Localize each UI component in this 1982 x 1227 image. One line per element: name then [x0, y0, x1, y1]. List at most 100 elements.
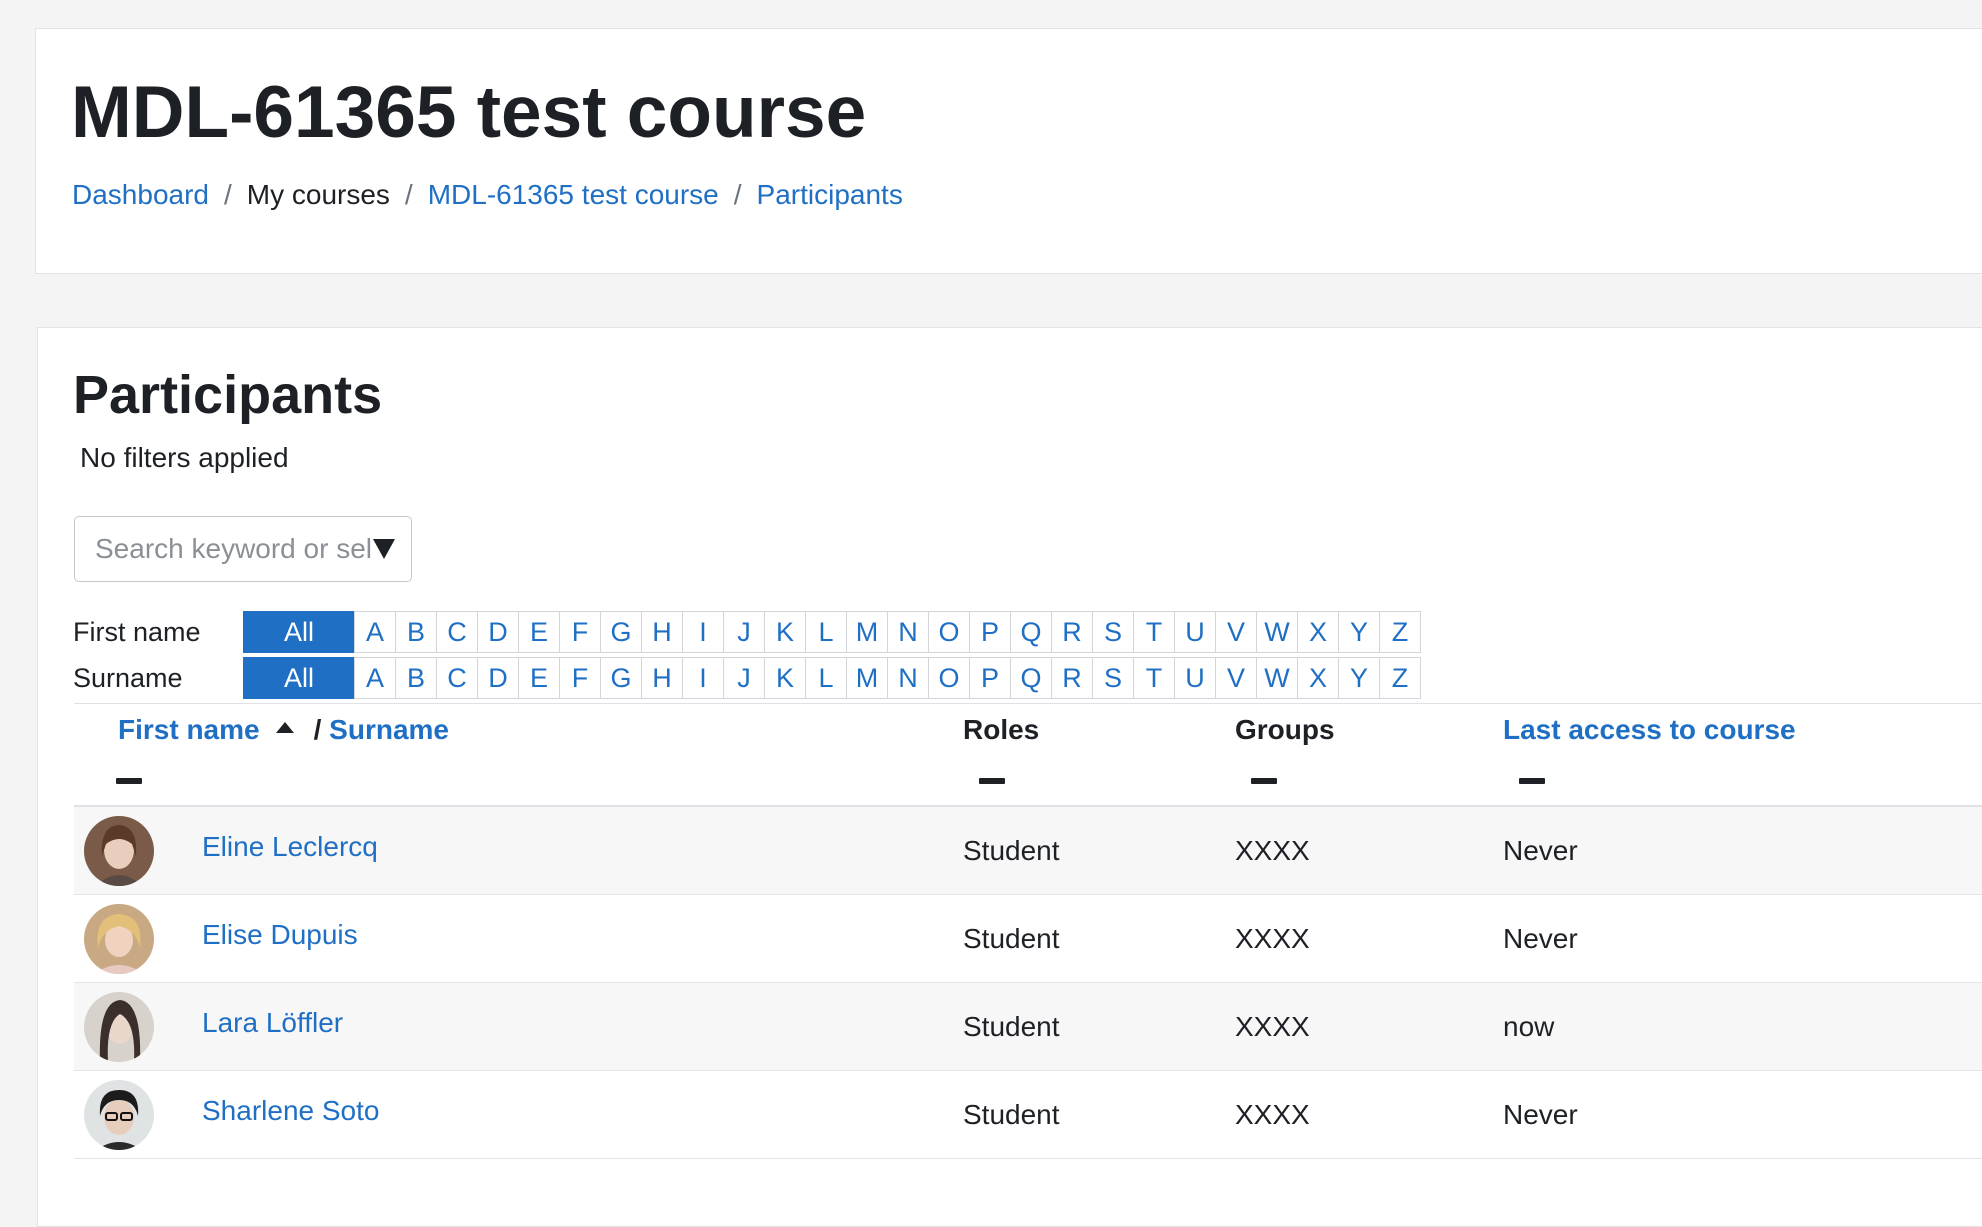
participant-role: Student [963, 1099, 1060, 1130]
header-groups: Groups [1235, 714, 1335, 745]
participant-name-link[interactable]: Sharlene Soto [202, 1095, 379, 1127]
user-avatar[interactable] [84, 816, 154, 886]
surname-initial-b[interactable]: B [395, 657, 437, 699]
surname-initial-q[interactable]: Q [1010, 657, 1052, 699]
surname-initial-p[interactable]: P [969, 657, 1011, 699]
participant-last-access: Never [1503, 1099, 1578, 1130]
firstname-initial-o[interactable]: O [928, 611, 970, 653]
surname-initial-g[interactable]: G [600, 657, 642, 699]
firstname-initial-c[interactable]: C [436, 611, 478, 653]
surname-initial-a[interactable]: A [354, 657, 396, 699]
surname-initial-u[interactable]: U [1174, 657, 1216, 699]
header-name-separator: / [313, 714, 322, 745]
search-filter-box[interactable] [74, 516, 412, 582]
firstname-initial-f[interactable]: F [559, 611, 601, 653]
surname-initial-y[interactable]: Y [1338, 657, 1380, 699]
surname-initial-v[interactable]: V [1215, 657, 1257, 699]
surname-initial-e[interactable]: E [518, 657, 560, 699]
sort-surname-link[interactable]: Surname [329, 714, 449, 745]
user-avatar[interactable] [84, 904, 154, 974]
participants-region: Participants No filters applied First na… [37, 327, 1982, 1227]
table-row: Elise Dupuis Student XXXX Never [74, 895, 1982, 983]
firstname-initial-l[interactable]: L [805, 611, 847, 653]
participant-groups: XXXX [1235, 923, 1310, 954]
surname-initial-n[interactable]: N [887, 657, 929, 699]
surname-initial-r[interactable]: R [1051, 657, 1093, 699]
surname-initial-f[interactable]: F [559, 657, 601, 699]
breadcrumb-my-courses: My courses [246, 179, 390, 210]
breadcrumb-dashboard[interactable]: Dashboard [72, 179, 209, 211]
firstname-initial-r[interactable]: R [1051, 611, 1093, 653]
surname-initial-all[interactable]: All [243, 657, 355, 699]
surname-initial-o[interactable]: O [928, 657, 970, 699]
surname-initial-m[interactable]: M [846, 657, 888, 699]
surname-initial-w[interactable]: W [1256, 657, 1298, 699]
firstname-initial-u[interactable]: U [1174, 611, 1216, 653]
firstname-initial-d[interactable]: D [477, 611, 519, 653]
collapse-roles-column-icon[interactable] [979, 778, 1005, 784]
firstname-initial-e[interactable]: E [518, 611, 560, 653]
header-name: First name / Surname [118, 714, 449, 746]
firstname-initial-k[interactable]: K [764, 611, 806, 653]
participant-name-link[interactable]: Eline Leclercq [202, 831, 378, 863]
user-avatar[interactable] [84, 992, 154, 1062]
surname-initial-l[interactable]: L [805, 657, 847, 699]
firstname-initial-n[interactable]: N [887, 611, 929, 653]
collapse-last-access-column-icon[interactable] [1519, 778, 1545, 784]
surname-initial-j[interactable]: J [723, 657, 765, 699]
firstname-initial-a[interactable]: A [354, 611, 396, 653]
sort-first-name-link[interactable]: First name [118, 714, 260, 745]
firstname-initials-bar: First name All ABCDEFGHIJKLMNOPQRSTUVWXY… [73, 611, 1421, 653]
surname-initial-t[interactable]: T [1133, 657, 1175, 699]
participant-name-link[interactable]: Lara Löffler [202, 1007, 343, 1039]
table-row: Sharlene Soto Student XXXX Never [74, 1071, 1982, 1159]
firstname-initial-j[interactable]: J [723, 611, 765, 653]
firstname-initial-x[interactable]: X [1297, 611, 1339, 653]
participant-groups: XXXX [1235, 1011, 1310, 1042]
table-row: Lara Löffler Student XXXX now [74, 983, 1982, 1071]
firstname-initial-t[interactable]: T [1133, 611, 1175, 653]
participants-heading: Participants [73, 365, 383, 425]
surname-initials-buttons: All ABCDEFGHIJKLMNOPQRSTUVWXYZ [243, 657, 1421, 699]
breadcrumb-course[interactable]: MDL-61365 test course [428, 179, 719, 211]
firstname-initial-g[interactable]: G [600, 611, 642, 653]
collapse-groups-column-icon[interactable] [1251, 778, 1277, 784]
firstname-initial-y[interactable]: Y [1338, 611, 1380, 653]
firstname-initial-b[interactable]: B [395, 611, 437, 653]
sort-ascending-icon [275, 722, 294, 734]
surname-initial-i[interactable]: I [682, 657, 724, 699]
firstname-initial-all[interactable]: All [243, 611, 355, 653]
surname-initials-label: Surname [73, 662, 183, 693]
surname-initial-x[interactable]: X [1297, 657, 1339, 699]
participant-last-access: Never [1503, 923, 1578, 954]
breadcrumb-participants[interactable]: Participants [757, 179, 903, 211]
firstname-initial-q[interactable]: Q [1010, 611, 1052, 653]
participants-table: First name / Surname Roles Groups Last ac… [74, 703, 1982, 1159]
sort-last-access-link[interactable]: Last access to course [1503, 714, 1796, 745]
participant-role: Student [963, 1011, 1060, 1042]
search-input[interactable] [95, 533, 385, 565]
collapse-name-column-icon[interactable] [116, 778, 142, 784]
firstname-initial-m[interactable]: M [846, 611, 888, 653]
surname-initials-bar: Surname All ABCDEFGHIJKLMNOPQRSTUVWXYZ [73, 657, 1421, 699]
firstname-initial-w[interactable]: W [1256, 611, 1298, 653]
surname-initial-z[interactable]: Z [1379, 657, 1421, 699]
breadcrumb-separator: / [404, 179, 413, 210]
firstname-initials-buttons: All ABCDEFGHIJKLMNOPQRSTUVWXYZ [243, 611, 1421, 653]
firstname-initial-s[interactable]: S [1092, 611, 1134, 653]
surname-initial-h[interactable]: H [641, 657, 683, 699]
firstname-initial-v[interactable]: V [1215, 611, 1257, 653]
participant-name-link[interactable]: Elise Dupuis [202, 919, 358, 951]
user-avatar[interactable] [84, 1080, 154, 1150]
firstname-initial-i[interactable]: I [682, 611, 724, 653]
surname-initial-d[interactable]: D [477, 657, 519, 699]
firstname-initial-h[interactable]: H [641, 611, 683, 653]
firstname-initials-label: First name [73, 616, 201, 647]
table-row: Eline Leclercq Student XXXX Never [74, 807, 1982, 895]
surname-initial-c[interactable]: C [436, 657, 478, 699]
firstname-initial-z[interactable]: Z [1379, 611, 1421, 653]
surname-initial-k[interactable]: K [764, 657, 806, 699]
firstname-initial-p[interactable]: P [969, 611, 1011, 653]
dropdown-caret-icon[interactable] [373, 539, 395, 559]
surname-initial-s[interactable]: S [1092, 657, 1134, 699]
